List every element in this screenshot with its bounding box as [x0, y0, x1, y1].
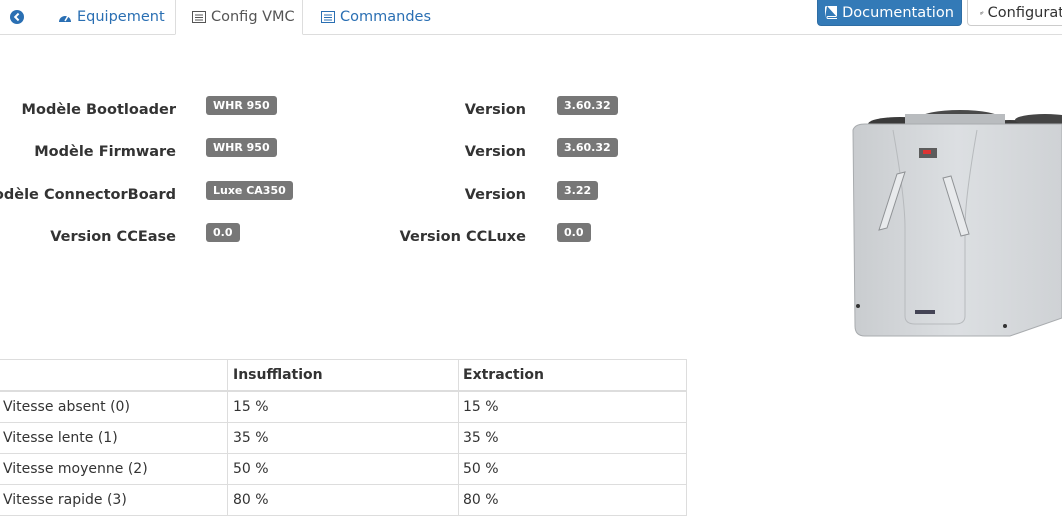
configuration-button-label: Configuration [987, 4, 1062, 21]
table-row: Vitesse absent (0) 15 % 15 % [0, 390, 687, 423]
table-header-row: Insufflation Extraction [0, 359, 687, 392]
ccluxe-version-badge: 0.0 [557, 223, 591, 242]
bootloader-model-label: Modèle Bootloader [21, 102, 176, 118]
vmc-unit-image [852, 110, 1062, 337]
circle-arrow-left-icon [10, 10, 24, 24]
row-label: Vitesse rapide (3) [0, 484, 228, 516]
tab-equipement[interactable]: Equipement [58, 0, 165, 34]
extraction-value: 50 % [458, 453, 687, 485]
bootloader-model-badge: WHR 950 [206, 96, 277, 115]
table-row: Vitesse moyenne (2) 50 % 50 % [0, 453, 687, 485]
table-header-extraction: Extraction [458, 359, 687, 392]
tab-commandes[interactable]: Commandes [321, 0, 431, 34]
bootloader-version-label: Version [464, 102, 526, 118]
ccease-version-badge: 0.0 [206, 223, 240, 242]
firmware-version-label: Version [464, 144, 526, 160]
ccease-version-label: Version CCEase [50, 229, 176, 245]
book-icon [825, 6, 838, 19]
tab-config-vmc-label: Config VMC [211, 9, 295, 25]
tab-config-vmc[interactable]: Config VMC [175, 0, 303, 35]
bootloader-version-badge: 3.60.32 [557, 96, 618, 115]
dashboard-icon [59, 15, 71, 22]
configuration-button[interactable]: Configuration [967, 0, 1062, 26]
insufflation-value: 15 % [227, 390, 459, 423]
table-row: Vitesse lente (1) 35 % 35 % [0, 422, 687, 454]
extraction-value: 35 % [458, 422, 687, 454]
documentation-button-label: Documentation [842, 4, 954, 21]
extraction-value: 15 % [458, 390, 687, 423]
firmware-model-badge: WHR 950 [206, 138, 277, 157]
row-label: Vitesse absent (0) [0, 390, 228, 423]
table-row: Vitesse rapide (3) 80 % 80 % [0, 484, 687, 516]
table-header-empty [0, 359, 228, 392]
list-alt-icon [321, 11, 335, 23]
documentation-button[interactable]: Documentation [817, 0, 962, 26]
connectorboard-version-label: Version [464, 187, 526, 203]
connectorboard-model-label: Modèle ConnectorBoard [0, 187, 176, 203]
insufflation-value: 35 % [227, 422, 459, 454]
fan-speeds-table: Insufflation Extraction Vitesse absent (… [0, 359, 687, 516]
table-header-insufflation: Insufflation [227, 359, 459, 392]
insufflation-value: 50 % [227, 453, 459, 485]
extraction-value: 80 % [458, 484, 687, 516]
connectorboard-model-badge: Luxe CA350 [206, 181, 293, 200]
back-tab[interactable] [10, 0, 28, 34]
firmware-model-label: Modèle Firmware [34, 144, 176, 160]
ccluxe-version-label: Version CCLuxe [399, 229, 526, 245]
connectorboard-version-badge: 3.22 [557, 181, 599, 200]
row-label: Vitesse lente (1) [0, 422, 228, 454]
firmware-version-badge: 3.60.32 [557, 138, 618, 157]
tab-commandes-label: Commandes [340, 9, 432, 25]
insufflation-value: 80 % [227, 484, 459, 516]
tab-equipement-label: Equipement [77, 9, 165, 25]
row-label: Vitesse moyenne (2) [0, 453, 228, 485]
cogs-icon [980, 10, 984, 14]
list-alt-icon [192, 11, 206, 23]
